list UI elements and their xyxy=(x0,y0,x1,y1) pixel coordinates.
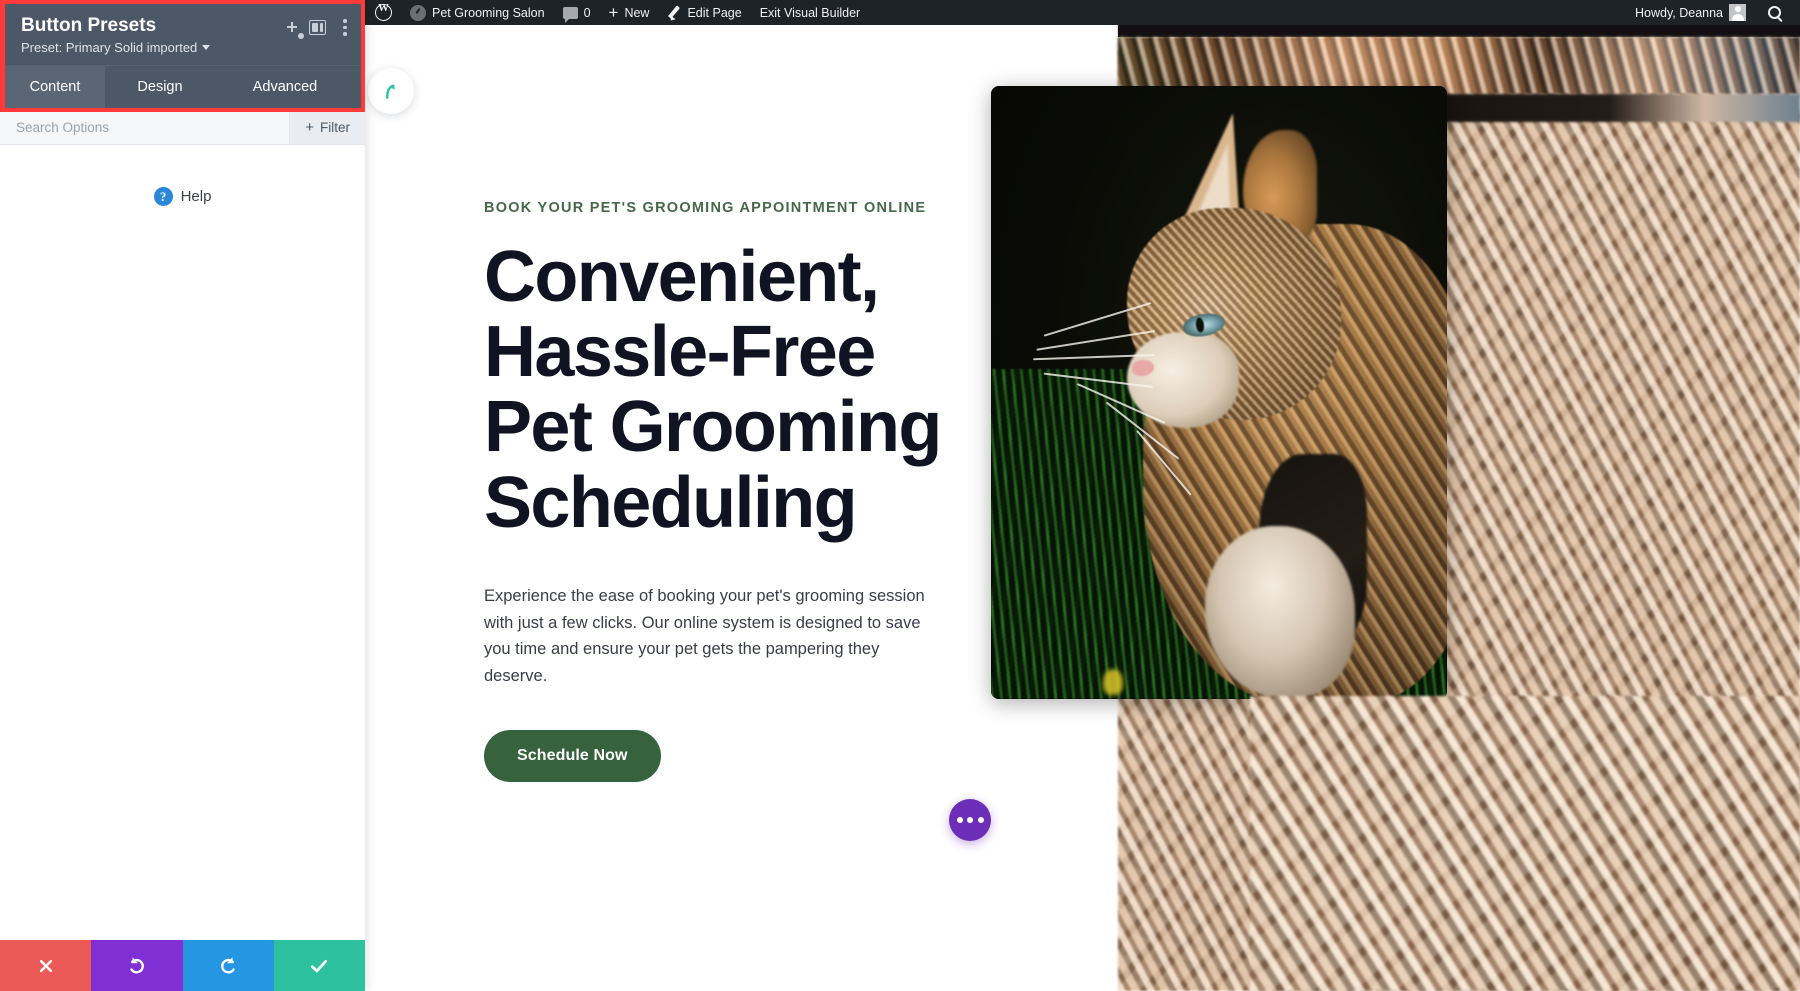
preset-selector[interactable]: Preset: Primary Solid imported xyxy=(21,40,292,55)
page-canvas: BOOK YOUR PET'S GROOMING APPOINTMENT ONL… xyxy=(365,25,1800,991)
chevron-down-icon xyxy=(202,44,211,50)
help-button[interactable]: ? Help xyxy=(153,186,212,206)
tab-content[interactable]: Content xyxy=(5,65,105,108)
edit-page-link[interactable]: Edit Page xyxy=(658,0,750,25)
pencil-icon xyxy=(667,6,681,20)
comment-count-label: 0 xyxy=(583,5,591,20)
wordpress-logo-menu[interactable] xyxy=(365,0,401,25)
help-label: Help xyxy=(180,187,212,205)
exit-visual-builder-link[interactable]: Exit Visual Builder xyxy=(751,0,870,25)
wp-admin-bar: Pet Grooming Salon 0 + New Edit Page Exi… xyxy=(365,0,1800,25)
howdy-label: Howdy, Deanna xyxy=(1634,5,1723,20)
search-icon xyxy=(1768,6,1781,19)
admin-bar-search-button[interactable] xyxy=(1755,0,1790,25)
close-icon xyxy=(39,959,52,972)
undo-icon xyxy=(130,957,145,974)
site-name-label: Pet Grooming Salon xyxy=(432,5,545,20)
discard-changes-button[interactable] xyxy=(0,940,92,991)
exit-visual-builder-label: Exit Visual Builder xyxy=(759,5,861,20)
panel-header-icons xyxy=(287,15,347,39)
panel-body: ? Help xyxy=(0,144,365,940)
return-arrow-icon xyxy=(386,84,395,99)
hero-paragraph: Experience the ease of booking your pet'… xyxy=(484,586,925,686)
divi-menu-fab[interactable] xyxy=(949,799,991,841)
admin-bar-left-group: Pet Grooming Salon 0 + New Edit Page Exi… xyxy=(365,0,869,25)
fab-dot xyxy=(956,817,963,823)
cat-chest xyxy=(1205,526,1355,698)
checkmark-icon xyxy=(311,959,328,972)
search-options-input[interactable] xyxy=(0,111,290,144)
site-name-menu[interactable]: Pet Grooming Salon xyxy=(401,0,554,25)
wordpress-logo-icon xyxy=(375,2,392,21)
panel-layout-icon xyxy=(309,19,326,35)
tab-advanced[interactable]: Advanced xyxy=(215,66,355,108)
dashboard-house-icon xyxy=(410,4,426,21)
panel-search-row: + Filter xyxy=(0,111,365,145)
new-content-menu[interactable]: + New xyxy=(600,0,659,25)
hero-eyebrow: BOOK YOUR PET'S GROOMING APPOINTMENT ONL… xyxy=(484,200,927,216)
new-label: New xyxy=(624,5,650,20)
admin-bar-right-group: Howdy, Deanna xyxy=(1626,0,1800,25)
background-dark-strip xyxy=(1118,25,1800,37)
return-arrow-button[interactable] xyxy=(368,68,414,114)
edit-page-label: Edit Page xyxy=(687,5,742,20)
my-account-menu[interactable]: Howdy, Deanna xyxy=(1626,0,1755,25)
panel-header: Button Presets Preset: Primary Solid imp… xyxy=(5,4,361,65)
plus-icon: + xyxy=(608,3,619,22)
fab-dot xyxy=(977,817,984,823)
comment-bubble-icon xyxy=(562,6,578,23)
panel-header-titles: Button Presets Preset: Primary Solid imp… xyxy=(21,15,292,55)
help-question-icon: ? xyxy=(153,186,173,206)
panel-layout-button[interactable] xyxy=(309,19,326,35)
panel-header-highlight: Button Presets Preset: Primary Solid imp… xyxy=(0,0,365,112)
panel-action-bar xyxy=(0,940,365,991)
tab-design[interactable]: Design xyxy=(105,66,215,108)
redo-icon xyxy=(220,957,235,974)
hero-cat-image xyxy=(991,86,1447,699)
panel-title: Button Presets xyxy=(21,15,157,36)
screen-root: BOOK YOUR PET'S GROOMING APPOINTMENT ONL… xyxy=(0,0,1800,991)
grass-flower xyxy=(1103,669,1123,695)
undo-button[interactable] xyxy=(91,940,183,991)
hero-text-column: BOOK YOUR PET'S GROOMING APPOINTMENT ONL… xyxy=(484,200,964,782)
panel-tabs: Content Design Advanced xyxy=(5,64,361,108)
hero-heading: Convenient, Hassle-Free Pet Grooming Sch… xyxy=(484,237,942,543)
avatar xyxy=(1729,4,1746,21)
kebab-menu-icon xyxy=(343,19,347,36)
comments-menu[interactable]: 0 xyxy=(554,0,600,25)
save-changes-button[interactable] xyxy=(273,940,365,991)
preset-label: Preset: Primary Solid imported xyxy=(21,39,198,55)
redo-button[interactable] xyxy=(182,940,274,991)
schedule-now-button[interactable]: Schedule Now xyxy=(484,729,661,782)
filter-label: Filter xyxy=(320,120,350,136)
foreground-hay-image xyxy=(1250,696,1800,991)
fab-dot xyxy=(967,817,973,823)
plus-icon: + xyxy=(305,119,314,137)
filter-button[interactable]: + Filter xyxy=(289,111,365,144)
divi-module-settings-panel: Button Presets Preset: Primary Solid imp… xyxy=(0,0,365,991)
panel-more-options-button[interactable] xyxy=(343,19,347,36)
